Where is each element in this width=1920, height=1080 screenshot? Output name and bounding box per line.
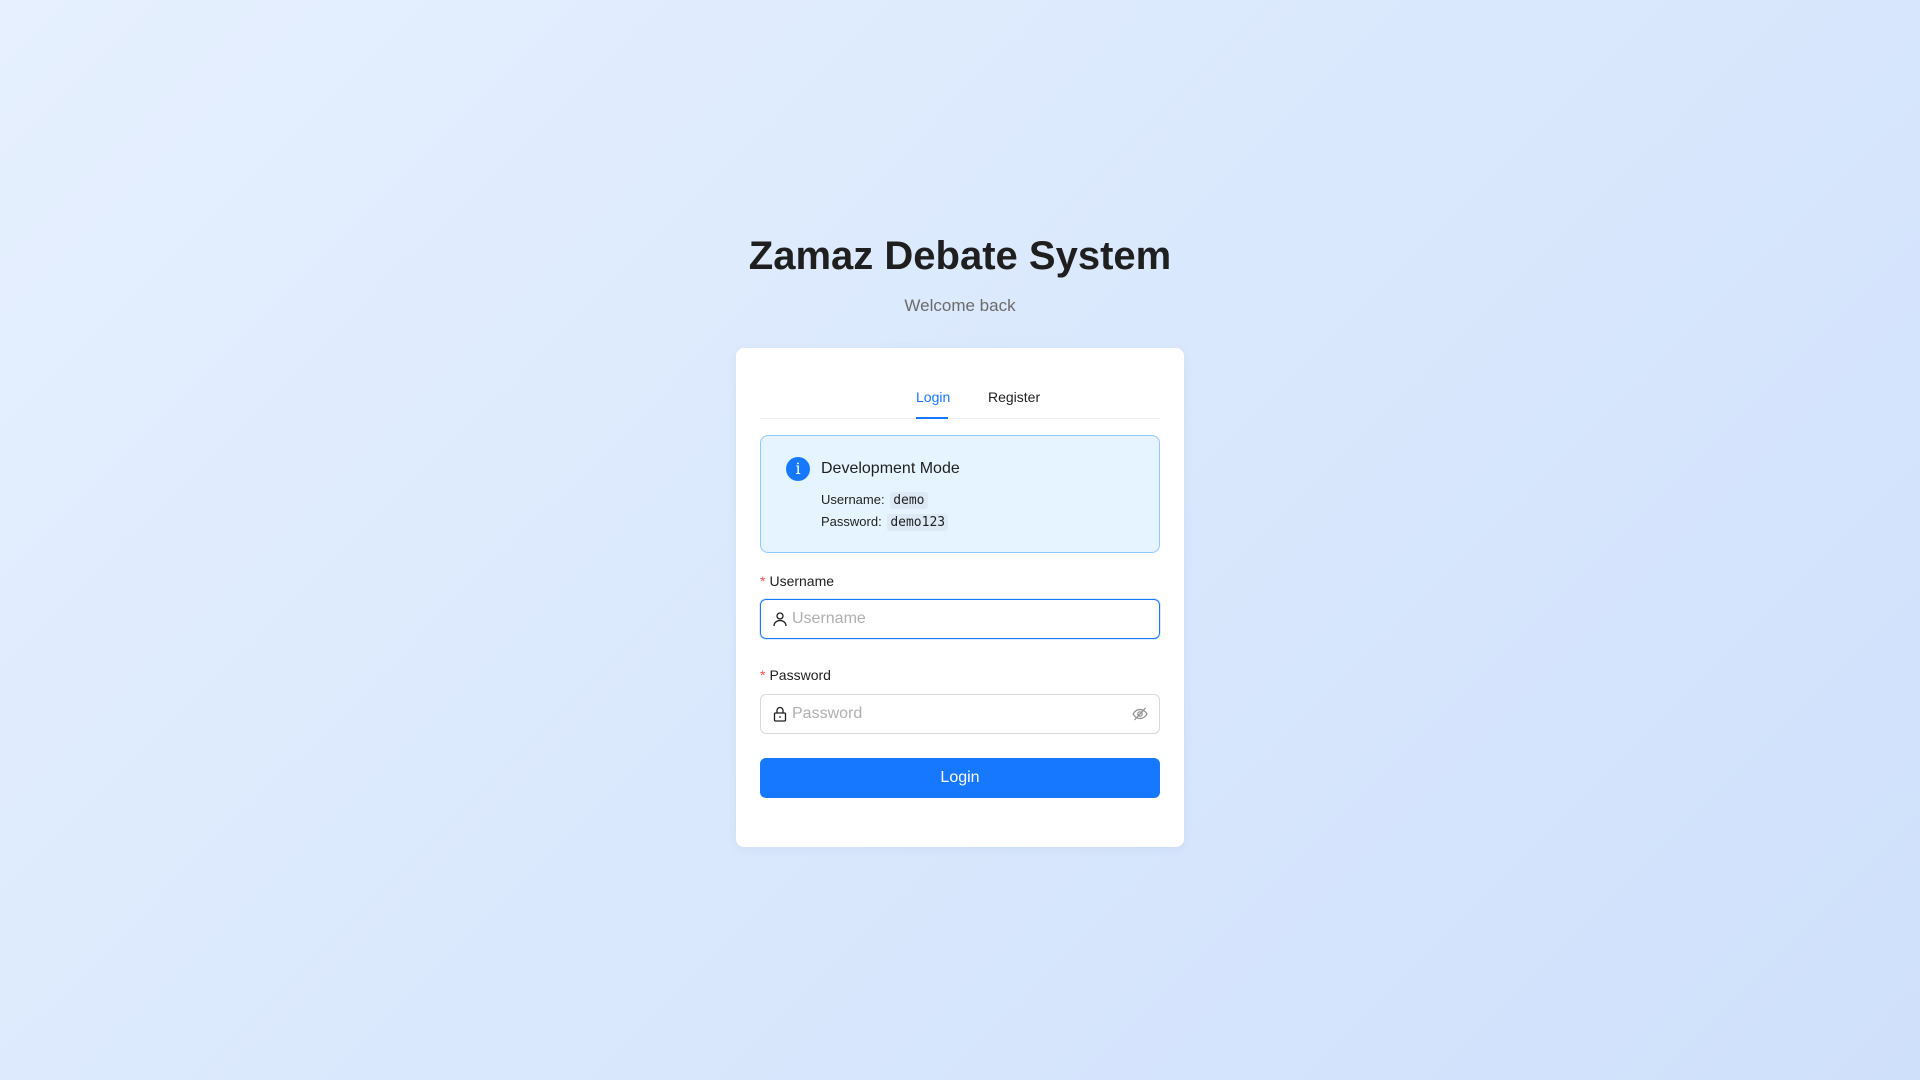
page-subtitle: Welcome back: [904, 296, 1016, 315]
username-field[interactable]: [760, 599, 1160, 639]
required-mark: *: [760, 573, 766, 589]
active-tab-indicator: [916, 417, 948, 419]
dev-mode-alert: i Development Mode Username: demo Passwo…: [760, 435, 1160, 553]
tab-register[interactable]: Register: [988, 388, 1040, 406]
info-icon: i: [786, 457, 810, 481]
alert-password-value: demo123: [887, 514, 949, 531]
page-title: Zamaz Debate System: [748, 234, 1172, 278]
auth-tabs: Login Register: [760, 348, 1160, 419]
required-mark: *: [760, 667, 766, 683]
eye-slash-icon[interactable]: [1132, 706, 1148, 722]
password-label-text: Password: [769, 667, 831, 683]
password-label: * Password: [760, 666, 831, 684]
password-input[interactable]: [792, 695, 1122, 733]
login-card: Login Register i Development Mode Userna…: [736, 348, 1184, 847]
alert-title: Development Mode: [821, 460, 960, 477]
username-label-text: Username: [769, 573, 835, 589]
alert-password-label: Password:: [821, 514, 882, 529]
password-field[interactable]: [760, 694, 1160, 734]
alert-password-line: Password: demo123: [821, 513, 949, 532]
login-button[interactable]: Login: [760, 758, 1160, 798]
alert-username-value: demo: [890, 492, 928, 509]
user-icon: [772, 611, 788, 627]
lock-icon: [772, 706, 788, 722]
username-input[interactable]: [792, 600, 1122, 638]
alert-username-line: Username: demo: [821, 491, 928, 510]
tab-login[interactable]: Login: [916, 388, 950, 406]
username-label: * Username: [760, 572, 834, 590]
alert-username-label: Username:: [821, 492, 885, 507]
